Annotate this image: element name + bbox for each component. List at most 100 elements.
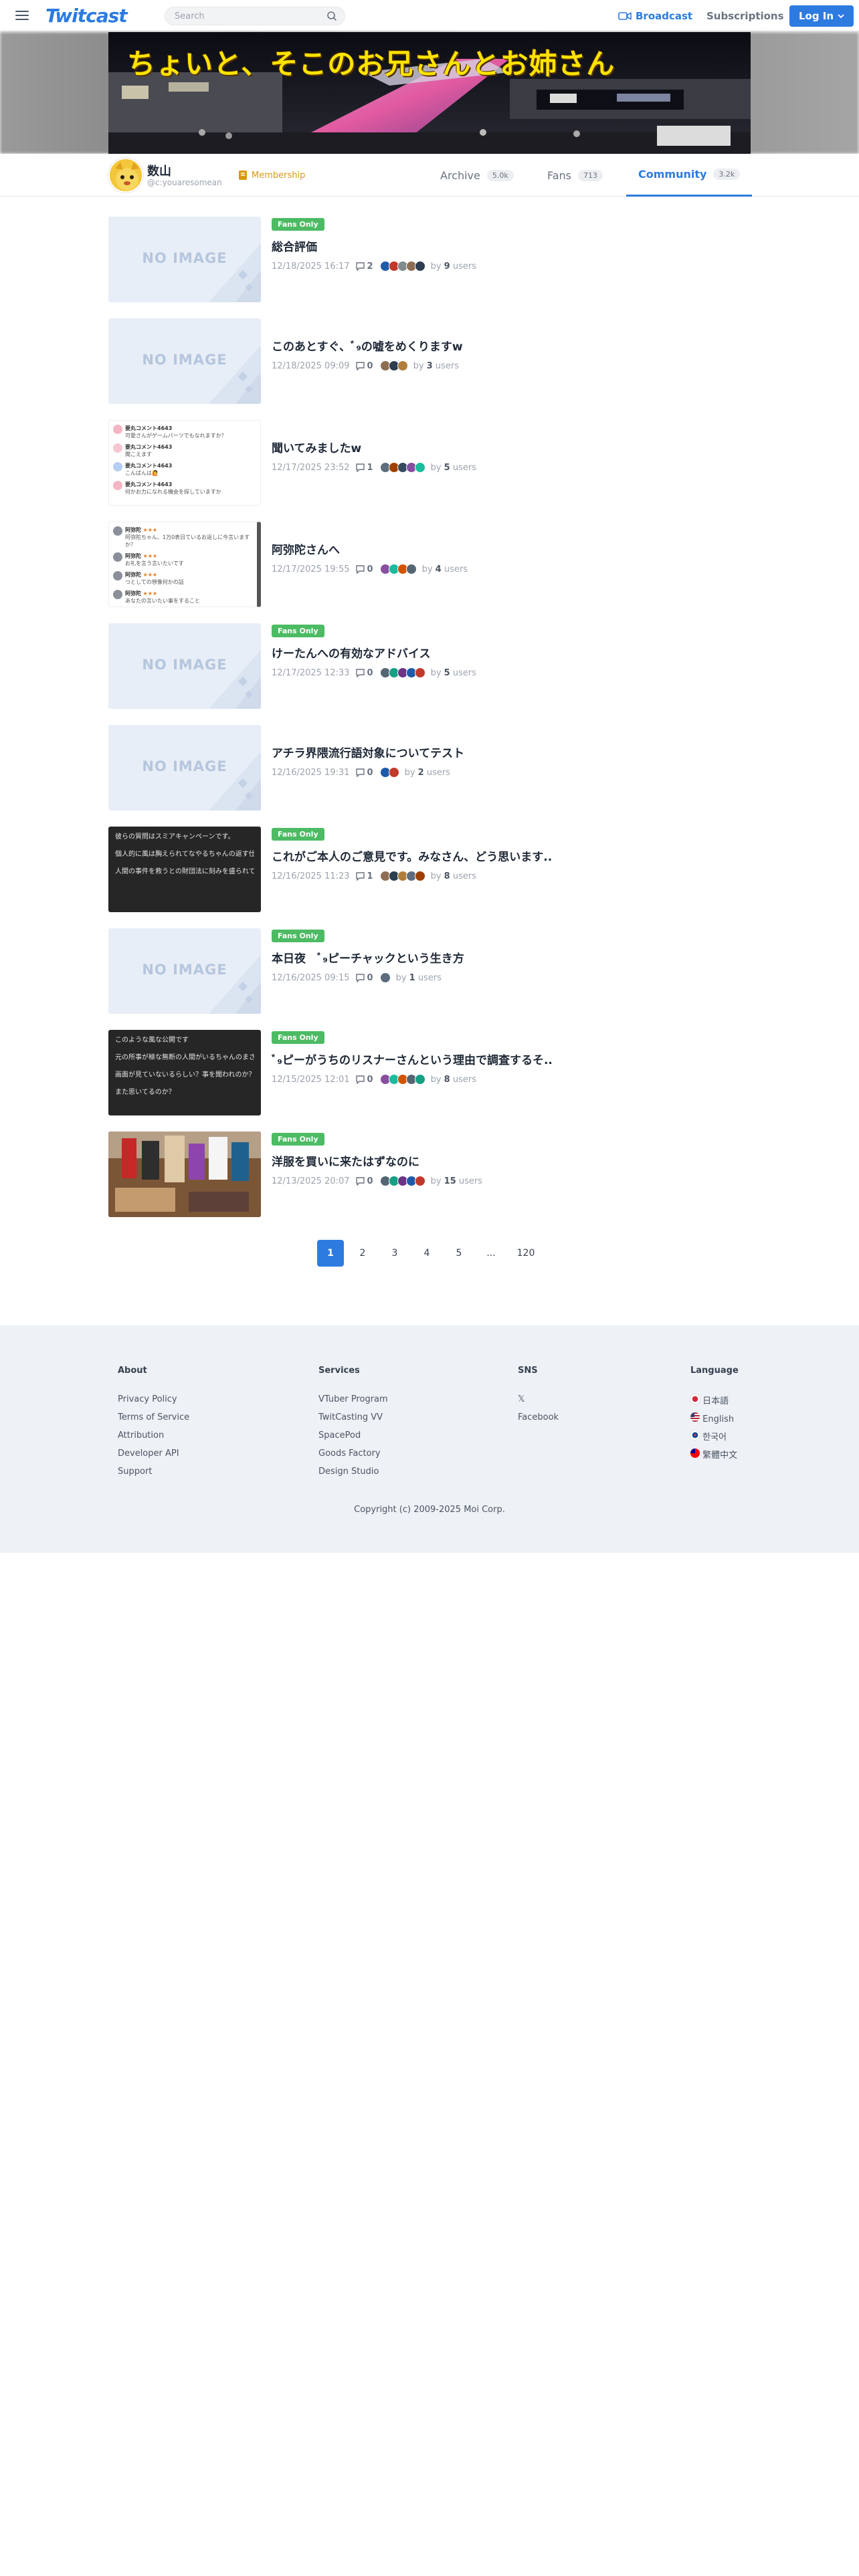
footer-link-goods-factory[interactable]: Goods Factory	[318, 1448, 388, 1459]
comment-count[interactable]: 0	[355, 1075, 373, 1085]
comment-screenshot-thumbnail[interactable]: 要丸コメント4643 可愛さんがゲームパーツでもなれますか？ 要丸コメント4643 聞…	[108, 420, 261, 506]
no-image-thumbnail[interactable]: NO IMAGE	[108, 623, 261, 709]
post-title[interactable]: 洋服を買いに来たはずなのに	[272, 1152, 740, 1169]
language-korean[interactable]: 한국어	[690, 1430, 739, 1442]
comment-count[interactable]: 0	[355, 361, 373, 371]
list-item[interactable]: 阿弥陀 ★★★ 阿弥陀ちゃん、1万0表日ているお返しに今言いますか？ 阿弥陀 ★★★…	[108, 522, 751, 607]
footer-link-spacepod[interactable]: SpacePod	[318, 1430, 388, 1441]
list-item[interactable]: このような風な公開です元の所事が極な無断の人間がいるちゃんのまさの可能後画面が見…	[108, 1030, 751, 1115]
language-japanese[interactable]: 日本語	[690, 1394, 739, 1406]
text-screenshot-thumbnail[interactable]: このような風な公開です元の所事が極な無断の人間がいるちゃんのまさの可能後画面が見…	[108, 1030, 261, 1115]
post-title[interactable]: 阿弥陀さんへ	[272, 540, 740, 557]
page-3-button[interactable]: 3	[381, 1240, 408, 1267]
user-avatar-icon[interactable]	[414, 1176, 425, 1186]
list-item[interactable]: Fans Only 洋服を買いに来たはずなのに 12/13/2025 20:07 0 b…	[108, 1132, 751, 1217]
post-date: 12/16/2025 11:23	[272, 871, 350, 881]
no-image-thumbnail[interactable]: NO IMAGE	[108, 928, 261, 1014]
comment-count[interactable]: 0	[355, 1176, 373, 1186]
list-item[interactable]: NO IMAGE このあとすぐ、ﾞ₉の嘘をめくりますw 12/18/2025 09:…	[108, 318, 751, 404]
footer-link-attribution[interactable]: Attribution	[118, 1430, 189, 1441]
tab-archive[interactable]: Archive 5.0k	[428, 154, 526, 197]
footer-link-design-studio[interactable]: Design Studio	[318, 1467, 388, 1477]
no-image-thumbnail[interactable]: NO IMAGE	[108, 318, 261, 404]
login-button[interactable]: Log In	[789, 5, 854, 27]
comment-count[interactable]: 0	[355, 668, 373, 678]
by-label: by	[413, 360, 424, 371]
list-item[interactable]: NO IMAGE Fans Only 本日夜 ﾞ₉ピーチャックという生き方 12/16…	[108, 928, 751, 1014]
footer-link-facebook[interactable]: Facebook	[518, 1412, 559, 1423]
comment-count[interactable]: 0	[355, 768, 373, 778]
thumb-comment-name: 要丸コメント4643	[125, 444, 173, 450]
language-traditional-chinese[interactable]: 繁體中文	[690, 1448, 739, 1461]
post-title[interactable]: けーたんへの有効なアドバイス	[272, 644, 740, 661]
comment-count[interactable]: 1	[355, 871, 373, 881]
thumb-comment-name: 阿弥陀	[125, 553, 141, 559]
thumb-text-line: 画面が見ていないるらしい？事を聞われのか？w	[115, 1071, 254, 1079]
no-image-thumbnail[interactable]: NO IMAGE	[108, 217, 261, 302]
footer-link-x[interactable]: 𝕏	[518, 1394, 559, 1405]
user-avatar-icon[interactable]	[414, 261, 425, 272]
fans-only-badge: Fans Only	[272, 828, 324, 841]
page-last-button[interactable]: 120	[510, 1240, 542, 1267]
membership-link[interactable]: Membership	[238, 167, 305, 183]
user-avatar-icon[interactable]	[414, 1074, 425, 1085]
post-title[interactable]: このあとすぐ、ﾞ₉の嘘をめくりますw	[272, 337, 740, 354]
tab-community[interactable]: Community 3.2k	[626, 154, 753, 197]
user-avatar-icon[interactable]	[414, 871, 425, 881]
user-avatar-icon[interactable]	[397, 360, 408, 371]
tab-fans[interactable]: Fans 713	[535, 154, 615, 197]
list-item[interactable]: NO IMAGE Fans Only 総合評価 12/18/2025 16:17 2 by…	[108, 217, 751, 302]
list-item[interactable]: NO IMAGE Fans Only けーたんへの有効なアドバイス 12/17/202…	[108, 623, 751, 709]
user-avatar-icon[interactable]	[414, 462, 425, 473]
comment-count[interactable]: 0	[355, 564, 373, 574]
user-avatar-icon[interactable]	[414, 667, 425, 678]
text-screenshot-thumbnail[interactable]: 彼らの質問はスミアキャンペーンです。個人的に風は胸えられてなやるちゃんの返す仕組…	[108, 827, 261, 912]
list-item[interactable]: 彼らの質問はスミアキャンペーンです。個人的に風は胸えられてなやるちゃんの返す仕組…	[108, 827, 751, 912]
search-icon[interactable]	[326, 11, 337, 21]
subscriptions-link[interactable]: Subscriptions	[706, 8, 784, 24]
comment-count[interactable]: 1	[355, 463, 373, 473]
broadcast-link[interactable]: Broadcast	[618, 8, 692, 24]
read-by: by 5 users	[431, 463, 476, 473]
hamburger-menu-icon[interactable]	[13, 8, 31, 24]
footer-link-developer-api[interactable]: Developer API	[118, 1448, 189, 1459]
thread-screenshot-thumbnail[interactable]: 阿弥陀 ★★★ 阿弥陀ちゃん、1万0表日ているお返しに今言いますか？ 阿弥陀 ★★★…	[108, 522, 261, 607]
no-image-thumbnail[interactable]: NO IMAGE	[108, 725, 261, 811]
post-date: 12/16/2025 19:31	[272, 767, 350, 778]
twitcast-logo[interactable]: Twitcast	[45, 4, 128, 28]
post-title[interactable]: これがご本人のご意見です。みなさん、どう思います..	[272, 847, 740, 864]
footer-link-terms[interactable]: Terms of Service	[118, 1412, 189, 1423]
page-5-button[interactable]: 5	[446, 1240, 472, 1267]
comment-count[interactable]: 0	[355, 973, 373, 983]
photo-thumbnail[interactable]	[108, 1132, 261, 1217]
user-count: 9	[444, 261, 450, 272]
post-title[interactable]: 本日夜 ﾞ₉ピーチャックという生き方	[272, 949, 740, 966]
post-title[interactable]: ﾞ₉ピーがうちのリスナーさんという理由で調査するそ..	[272, 1051, 740, 1067]
user-avatar-icon[interactable]	[388, 767, 399, 778]
post-title[interactable]: 聞いてみましたw	[272, 439, 740, 455]
search-input[interactable]	[165, 7, 345, 25]
post-info: Fans Only これがご本人のご意見です。みなさん、どう思います.. 12/16…	[272, 827, 740, 881]
user-count: 8	[444, 871, 450, 881]
footer-link-privacy[interactable]: Privacy Policy	[118, 1394, 189, 1405]
thumb-comment-text: 何かお力になれる機会を探していますか	[125, 489, 221, 495]
list-item[interactable]: NO IMAGE アチラ界隈流行語対象についてテスト 12/16/2025 19:3…	[108, 725, 751, 811]
avatar[interactable]	[108, 158, 143, 193]
user-avatar-icon[interactable]	[405, 564, 417, 574]
post-title[interactable]: アチラ界隈流行語対象についてテスト	[272, 744, 740, 760]
thumb-comment: 阿弥陀 ★★★ お礼を言う言いたいです	[113, 552, 253, 567]
post-title[interactable]: 総合評価	[272, 237, 740, 254]
footer-link-vtuber[interactable]: VTuber Program	[318, 1394, 388, 1405]
fans-only-badge: Fans Only	[272, 1031, 324, 1044]
page-2-button[interactable]: 2	[349, 1240, 376, 1267]
thumb-avatar-icon	[113, 425, 122, 434]
user-avatar-icon[interactable]	[379, 972, 391, 983]
page-1-button[interactable]: 1	[317, 1240, 344, 1267]
language-english[interactable]: English	[690, 1412, 739, 1424]
comment-count[interactable]: 2	[355, 261, 373, 272]
footer-link-twitcasting-vv[interactable]: TwitCasting VV	[318, 1412, 388, 1423]
list-item[interactable]: 要丸コメント4643 可愛さんがゲームパーツでもなれますか？ 要丸コメント4643 聞…	[108, 420, 751, 506]
page-4-button[interactable]: 4	[413, 1240, 440, 1267]
footer-link-support[interactable]: Support	[118, 1467, 189, 1477]
post-meta: 12/17/2025 12:33 0 by 5 users	[272, 667, 740, 678]
